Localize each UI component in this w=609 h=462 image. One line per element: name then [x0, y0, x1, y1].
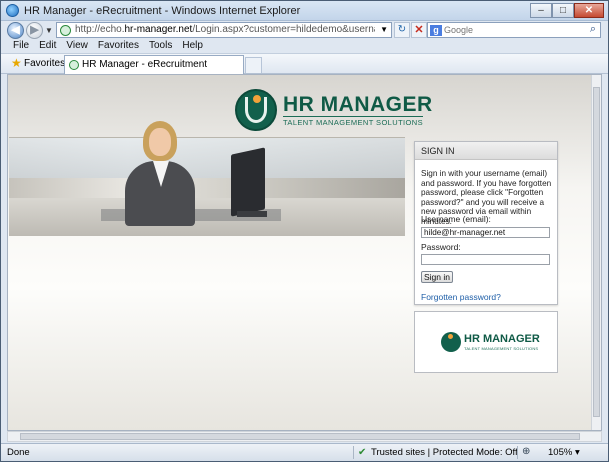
banner-monitor	[231, 147, 265, 217]
maximize-button[interactable]: □	[552, 3, 574, 18]
banner-person	[111, 121, 207, 226]
search-box[interactable]: g ⌕	[427, 22, 601, 38]
status-bar: Done ✔ Trusted sites | Protected Mode: O…	[1, 443, 608, 461]
forgotten-password-link[interactable]: Forgotten password?	[421, 292, 501, 302]
url-domain: hr-manager.net	[124, 24, 193, 35]
username-field[interactable]	[421, 227, 550, 238]
window-controls: – □ ✕	[530, 3, 604, 19]
window-title: HR Manager - eRecruitment - Windows Inte…	[24, 5, 301, 17]
menu-tools[interactable]: Tools	[149, 39, 172, 53]
globe-icon[interactable]: ⊕	[522, 446, 530, 457]
search-input[interactable]	[444, 24, 578, 36]
tab-label: HR Manager - eRecruitment	[82, 59, 208, 70]
person-face	[149, 128, 171, 156]
logo-name: HR MANAGER	[283, 93, 433, 116]
google-icon: g	[430, 25, 442, 36]
hr-manager-small-logo-icon	[441, 332, 461, 352]
page-icon	[60, 25, 71, 36]
menu-edit[interactable]: Edit	[39, 39, 56, 53]
small-logo-dot	[448, 334, 453, 339]
sign-in-button[interactable]: Sign in	[421, 271, 453, 283]
hr-manager-logo: HR MANAGER TALENT MANAGEMENT SOLUTIONS	[235, 89, 432, 133]
zoom-dropdown-icon: ▾	[574, 447, 580, 458]
logo-tagline: TALENT MANAGEMENT SOLUTIONS	[283, 116, 423, 127]
menu-bar: File Edit View Favorites Tools Help	[1, 39, 608, 53]
minimize-button[interactable]: –	[530, 3, 552, 18]
status-separator	[353, 446, 354, 459]
hr-manager-logo-mark-icon	[235, 89, 277, 131]
vertical-scrollbar[interactable]	[591, 75, 601, 430]
status-separator	[517, 446, 518, 459]
search-icon[interactable]: ⌕	[590, 23, 596, 36]
sign-in-panel: SIGN IN Sign in with your username (emai…	[414, 141, 558, 305]
banner-monitor-stand	[237, 211, 267, 217]
close-button[interactable]: ✕	[574, 3, 604, 18]
horizontal-scrollbar[interactable]	[7, 431, 602, 442]
stop-button[interactable]: ✕	[411, 22, 427, 38]
small-logo-tagline: TALENT MANAGEMENT SOLUTIONS	[464, 346, 539, 351]
menu-favorites[interactable]: Favorites	[98, 39, 139, 53]
url-rest: /Login.aspx?customer=hildedemo&username=…	[192, 24, 375, 35]
favorites-star-icon[interactable]: ★	[11, 56, 22, 70]
back-button[interactable]: ◀	[7, 22, 24, 39]
history-dropdown-icon[interactable]: ▼	[45, 26, 53, 35]
horizontal-scroll-thumb[interactable]	[20, 433, 580, 440]
tab-page-icon	[69, 60, 79, 70]
tab-hr-manager[interactable]: HR Manager - eRecruitment	[64, 55, 244, 74]
tab-bar: ★ Favorites HR Manager - eRecruitment	[1, 53, 608, 74]
new-tab-button[interactable]	[245, 57, 262, 73]
status-text: Done	[7, 447, 30, 458]
menu-help[interactable]: Help	[182, 39, 203, 53]
title-bar: HR Manager - eRecruitment - Windows Inte…	[1, 1, 608, 21]
zoom-level[interactable]: 105% ▾	[548, 447, 580, 458]
address-url[interactable]: http://echo.hr-manager.net/Login.aspx?cu…	[75, 24, 375, 35]
navigation-bar: ◀ ▶ ▼ http://echo.hr-manager.net/Login.a…	[1, 21, 608, 39]
ie-icon	[6, 4, 19, 17]
sign-in-header: SIGN IN	[415, 142, 557, 160]
trusted-sites-check-icon: ✔	[358, 447, 367, 458]
password-label: Password:	[421, 242, 461, 252]
address-dropdown-icon[interactable]: ▼	[380, 25, 388, 34]
zoom-value: 105%	[548, 447, 573, 458]
refresh-button[interactable]: ↻	[394, 22, 410, 38]
logo-mark-dot	[253, 95, 261, 103]
small-logo-name: HR MANAGER	[464, 333, 540, 345]
banner-windows	[9, 138, 405, 178]
username-label: Username (email):	[421, 214, 491, 224]
hr-manager-logo-box: HR MANAGER TALENT MANAGEMENT SOLUTIONS	[414, 311, 558, 373]
forward-button[interactable]: ▶	[26, 22, 43, 39]
security-zone[interactable]: Trusted sites | Protected Mode: Off	[371, 447, 518, 458]
menu-view[interactable]: View	[66, 39, 88, 53]
favorites-button[interactable]: Favorites	[24, 58, 65, 69]
vertical-scroll-thumb[interactable]	[593, 87, 600, 417]
address-bar[interactable]: http://echo.hr-manager.net/Login.aspx?cu…	[56, 22, 392, 38]
menu-file[interactable]: File	[13, 39, 29, 53]
url-prefix: http://echo.	[75, 24, 125, 35]
browser-window: HR Manager - eRecruitment - Windows Inte…	[0, 0, 609, 462]
password-field[interactable]	[421, 254, 550, 265]
